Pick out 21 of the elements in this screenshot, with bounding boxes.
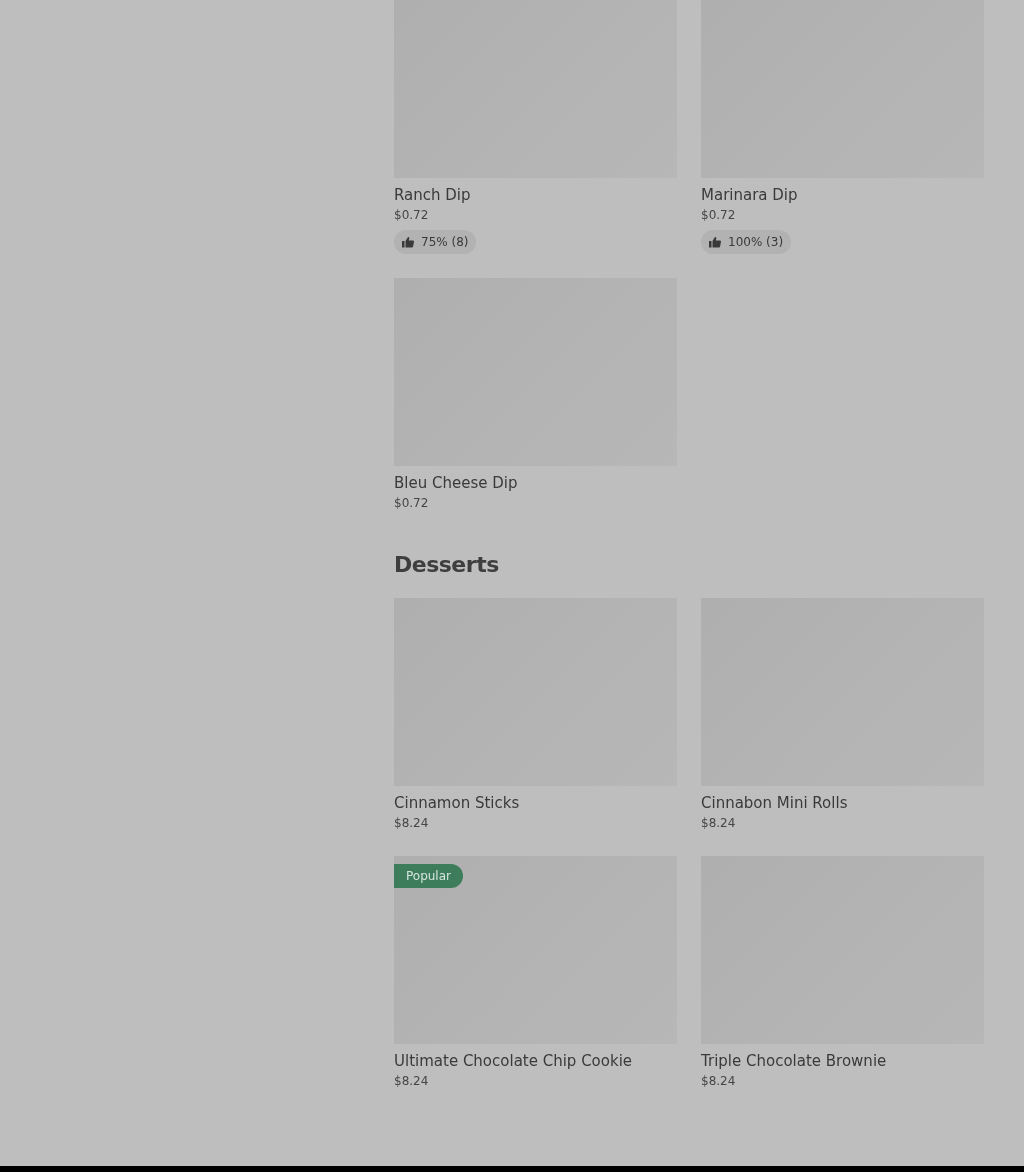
item-name[interactable]: Triple Chocolate Brownie xyxy=(701,1050,984,1072)
item-price: $0.72 xyxy=(394,495,430,512)
section-heading: Desserts xyxy=(394,551,500,579)
item-name[interactable]: Cinnabon Mini Rolls xyxy=(701,792,984,814)
item-price: $8.24 xyxy=(701,1073,737,1090)
item-price: $8.24 xyxy=(394,1073,430,1090)
thumbs-up-icon xyxy=(709,236,721,248)
image-placeholder[interactable] xyxy=(394,856,677,1044)
item-name[interactable]: Cinnamon Sticks xyxy=(394,792,677,814)
rating-text: 100% (3) xyxy=(728,235,784,249)
thumbs-up-icon xyxy=(402,236,414,248)
popular-tag: Popular xyxy=(394,864,463,888)
item-name[interactable]: Marinara Dip xyxy=(701,184,984,206)
item-price: $0.72 xyxy=(701,207,737,224)
item-price: $8.24 xyxy=(701,815,737,832)
item-name[interactable]: Ultimate Chocolate Chip Cookie xyxy=(394,1050,677,1072)
item-price: $8.24 xyxy=(394,815,430,832)
rating-text: 75% (8) xyxy=(421,235,469,249)
item-name[interactable]: Bleu Cheese Dip xyxy=(394,472,677,494)
item-name[interactable]: Ranch Dip xyxy=(394,184,677,206)
item-price: $0.72 xyxy=(394,207,430,224)
